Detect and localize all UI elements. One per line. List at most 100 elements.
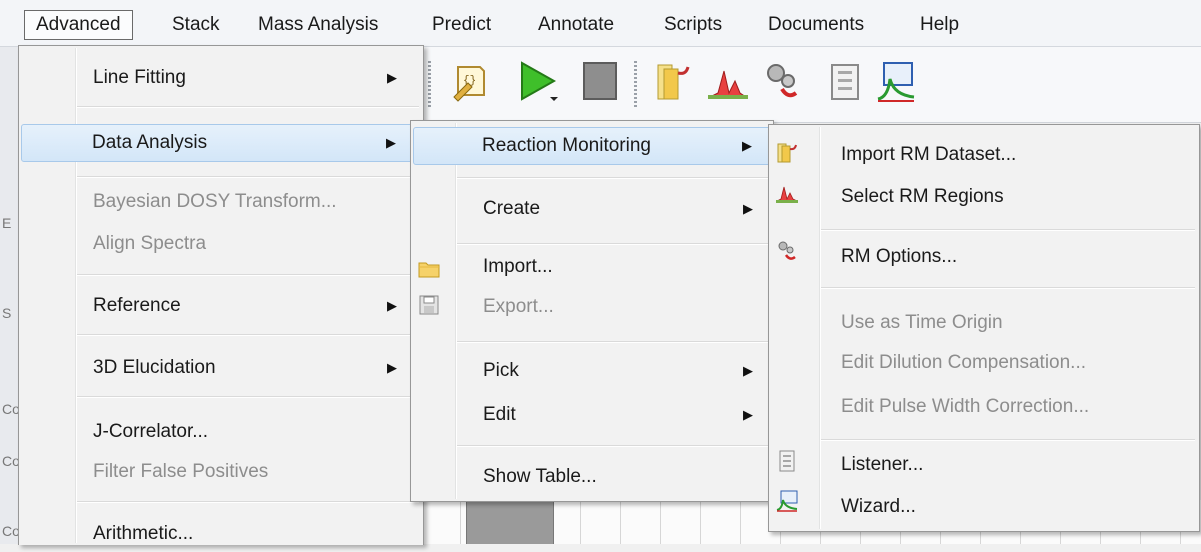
menuitem-create[interactable]: Create ▶ [413,191,771,227]
menu-advanced[interactable]: Advanced [24,10,133,40]
menu-separator [77,334,419,336]
menuitem-import-rm-dataset[interactable]: Import RM Dataset... [771,137,1197,173]
submenu-arrow-icon: ▶ [387,298,397,313]
run-icon[interactable] [516,59,560,105]
menuitem-rm-options[interactable]: RM Options... [771,239,1197,275]
menu-mass-analysis[interactable]: Mass Analysis [258,13,378,37]
menuitem-label: Create [483,198,541,219]
submenu-arrow-icon: ▶ [387,360,397,375]
menuitem-label: Filter False Positives [93,461,269,482]
menuitem-label: Data Analysis [92,132,208,153]
menuitem-label: Bayesian DOSY Transform... [93,191,337,212]
menuitem-bayesian-dosy[interactable]: Bayesian DOSY Transform... [21,184,421,220]
menu-scripts[interactable]: Scripts [664,13,722,37]
advanced-dropdown: Line Fitting ▶ Data Analysis ▶ Bayesian … [18,45,424,545]
menuitem-select-rm-regions[interactable]: Select RM Regions [771,179,1197,215]
toolbar-separator [634,61,637,107]
menuitem-label: Import... [483,256,553,277]
rm-options-icon[interactable] [760,59,804,105]
menuitem-label: Line Fitting [93,67,186,88]
menuitem-label: Edit [483,404,516,425]
menu-separator [821,229,1195,231]
stop-icon[interactable] [578,59,622,105]
save-icon [419,295,439,315]
select-rm-icon[interactable] [706,59,750,105]
strip-glyph: S [2,305,12,321]
menuitem-listener[interactable]: Listener... [771,447,1197,483]
menu-predict[interactable]: Predict [432,13,491,37]
menuitem-label: 3D Elucidation [93,357,216,378]
menuitem-label: Arithmetic... [93,523,194,544]
menu-separator [457,445,769,447]
menu-separator [77,274,419,276]
import-rm-icon [777,143,797,163]
menu-annotate[interactable]: Annotate [538,13,614,37]
menu-separator [457,341,769,343]
menu-separator [77,396,419,398]
menuitem-label: Export... [483,296,554,317]
folder-icon [418,262,440,278]
menuitem-label: RM Options... [841,246,958,267]
menu-separator [77,106,419,108]
listener-icon [779,450,795,472]
menuitem-label: Edit Pulse Width Correction... [841,396,1090,417]
submenu-arrow-icon: ▶ [386,135,396,150]
menuitem-3d-elucidation[interactable]: 3D Elucidation ▶ [21,350,421,386]
wizard-icon[interactable] [874,59,918,105]
listener-icon[interactable] [824,59,868,105]
menuitem-show-table[interactable]: Show Table... [413,459,771,495]
wizard-icon [776,490,798,512]
submenu-arrow-icon: ▶ [743,407,753,422]
menuitem-edit-dilution-compensation[interactable]: Edit Dilution Compensation... [771,345,1197,381]
menuitem-label: Pick [483,360,519,381]
menu-documents[interactable]: Documents [768,13,864,37]
menu-separator [821,287,1195,289]
menuitem-label: Wizard... [841,496,916,517]
menuitem-label: Show Table... [483,466,597,487]
spectrum-selection [466,500,554,544]
menuitem-label: Align Spectra [93,233,207,254]
rm-options-icon [778,241,796,260]
menu-separator [77,501,419,503]
reaction-monitoring-submenu: Import RM Dataset... Select RM Regions R… [768,124,1200,532]
menuitem-pick[interactable]: Pick ▶ [413,353,771,389]
menuitem-edit-pulse-width-correction[interactable]: Edit Pulse Width Correction... [771,389,1197,425]
strip-glyph: E [2,215,12,231]
menuitem-data-analysis[interactable]: Data Analysis ▶ [21,124,421,162]
menuitem-label: Reference [93,295,181,316]
submenu-arrow-icon: ▶ [743,201,753,216]
menuitem-label: Edit Dilution Compensation... [841,352,1087,373]
toolbar: {} [420,47,1201,123]
select-rm-icon [776,186,798,203]
menu-stack[interactable]: Stack [172,13,220,37]
menuitem-j-correlator[interactable]: J-Correlator... [21,414,421,450]
menuitem-reference[interactable]: Reference ▶ [21,288,421,324]
menuitem-label: J-Correlator... [93,421,209,442]
menuitem-line-fitting[interactable]: Line Fitting ▶ [21,60,421,96]
submenu-arrow-icon: ▶ [742,138,752,153]
menuitem-label: Listener... [841,454,924,475]
menu-separator [457,177,769,179]
menuitem-label: Import RM Dataset... [841,144,1017,165]
import-rm-icon[interactable] [652,59,696,105]
menuitem-use-as-time-origin[interactable]: Use as Time Origin [771,305,1197,341]
menu-separator [457,243,769,245]
menuitem-export[interactable]: Export... [413,289,771,325]
menu-bar: Advanced Stack Mass Analysis Predict Ann… [0,0,1201,47]
menuitem-edit[interactable]: Edit ▶ [413,397,771,433]
menuitem-reaction-monitoring[interactable]: Reaction Monitoring ▶ [413,127,771,165]
menuitem-label: Use as Time Origin [841,312,1003,333]
menu-separator [821,439,1195,441]
script-icon[interactable]: {} [448,59,492,105]
menuitem-arithmetic[interactable]: Arithmetic... [21,516,421,552]
menu-separator [77,176,419,178]
menuitem-wizard[interactable]: Wizard... [771,489,1197,525]
menu-help[interactable]: Help [920,13,959,37]
data-analysis-submenu: Reaction Monitoring ▶ Create ▶ Import...… [410,120,774,502]
submenu-arrow-icon: ▶ [387,70,397,85]
submenu-arrow-icon: ▶ [743,363,753,378]
menuitem-align-spectra[interactable]: Align Spectra [21,226,421,262]
menuitem-filter-false-positives[interactable]: Filter False Positives [21,454,421,490]
menuitem-label: Select RM Regions [841,186,1004,207]
menuitem-import[interactable]: Import... [413,249,771,285]
